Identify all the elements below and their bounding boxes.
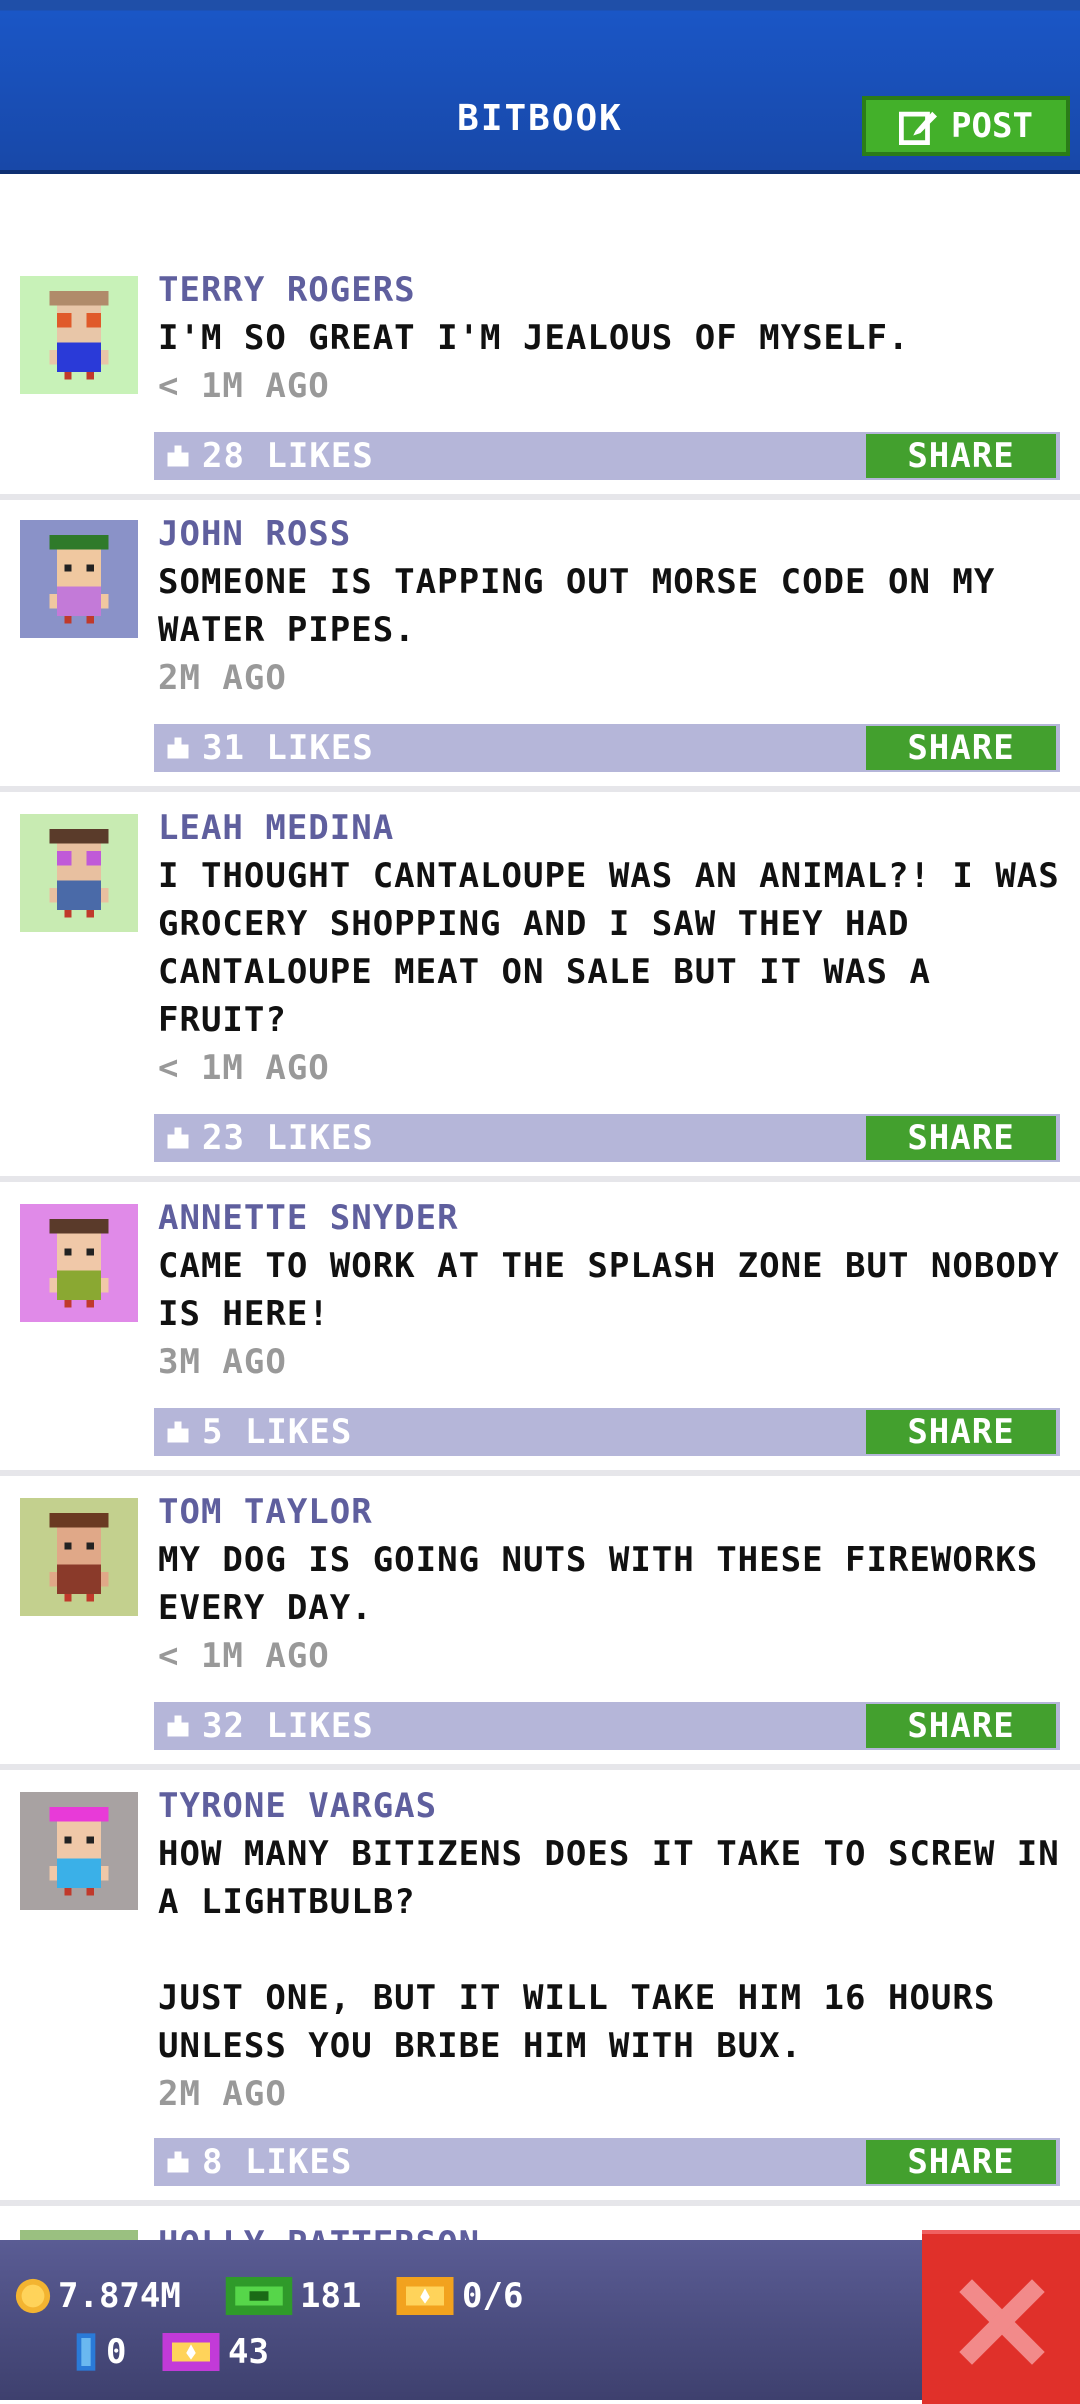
ticket-icon bbox=[396, 2277, 454, 2315]
avatar-icon bbox=[20, 520, 138, 638]
divider bbox=[0, 1764, 1080, 1770]
item-icon bbox=[76, 2333, 96, 2371]
coins-stat: 7.874M bbox=[14, 2276, 181, 2316]
thumbs-up-icon bbox=[167, 1715, 189, 1737]
post-author[interactable]: TOM TAYLOR bbox=[158, 1488, 1060, 1536]
post-time: 2M AGO bbox=[158, 2074, 287, 2114]
avatar-icon bbox=[20, 1498, 138, 1616]
avatar[interactable] bbox=[20, 1792, 138, 1910]
thumbs-up-icon bbox=[167, 2151, 189, 2173]
thumbs-up-icon bbox=[167, 1421, 189, 1443]
tickets-value: 0/6 bbox=[462, 2276, 524, 2316]
post-text: HOW MANY BITIZENS DOES IT TAKE TO SCREW … bbox=[158, 1834, 1060, 2066]
close-icon bbox=[959, 2279, 1045, 2365]
avatar-icon bbox=[20, 814, 138, 932]
post-author[interactable]: LEAH MEDINA bbox=[158, 804, 1060, 852]
post-text: I THOUGHT CANTALOUPE WAS AN ANIMAL?! I W… bbox=[158, 856, 1080, 1040]
post-author[interactable]: TERRY ROGERS bbox=[158, 266, 1060, 314]
share-button[interactable]: SHARE bbox=[866, 1410, 1056, 1454]
likes-count: 23 LIKES bbox=[202, 1118, 374, 1158]
feed-post: JOHN ROSS SOMEONE IS TAPPING OUT MORSE C… bbox=[0, 502, 1080, 794]
post-text: CAME TO WORK AT THE SPLASH ZONE BUT NOBO… bbox=[158, 1246, 1080, 1334]
tickets-stat: 0/6 bbox=[394, 2276, 523, 2316]
share-button[interactable]: SHARE bbox=[866, 726, 1056, 770]
divider bbox=[0, 1470, 1080, 1476]
coin-icon bbox=[15, 2278, 51, 2314]
bux-stat: 181 bbox=[224, 2276, 361, 2316]
post-text: SOMEONE IS TAPPING OUT MORSE CODE ON MY … bbox=[158, 562, 1017, 650]
feed-post: LEAH MEDINA I THOUGHT CANTALOUPE WAS AN … bbox=[0, 796, 1080, 1184]
bux-value: 181 bbox=[300, 2276, 362, 2316]
thumbs-up-icon bbox=[167, 445, 189, 467]
bux-icon bbox=[225, 2277, 293, 2315]
likes-count: 28 LIKES bbox=[202, 436, 374, 476]
coins-value: 7.874M bbox=[58, 2276, 181, 2316]
post-text: MY DOG IS GOING NUTS WITH THESE FIREWORK… bbox=[158, 1540, 1060, 1628]
post-author[interactable]: ANNETTE SNYDER bbox=[158, 1194, 1060, 1242]
post-time: < 1M AGO bbox=[158, 1636, 330, 1676]
vip-stat: 43 bbox=[160, 2332, 269, 2372]
avatar[interactable] bbox=[20, 1498, 138, 1616]
divider bbox=[0, 2200, 1080, 2206]
thumbs-up-icon bbox=[167, 737, 189, 759]
likes-count: 31 LIKES bbox=[202, 728, 374, 768]
feed-post: ANNETTE SNYDER CAME TO WORK AT THE SPLAS… bbox=[0, 1186, 1080, 1478]
items-stat: 0 bbox=[72, 2332, 126, 2372]
post-time: < 1M AGO bbox=[158, 1048, 330, 1088]
avatar-icon bbox=[20, 1204, 138, 1322]
likes-bar: 32 LIKES SHARE bbox=[154, 1702, 1060, 1750]
close-button[interactable] bbox=[922, 2230, 1080, 2404]
edit-icon bbox=[899, 111, 938, 145]
post-author[interactable]: TYRONE VARGAS bbox=[158, 1782, 1060, 1830]
likes-bar: 31 LIKES SHARE bbox=[154, 724, 1060, 772]
avatar-icon bbox=[20, 1792, 138, 1910]
avatar[interactable] bbox=[20, 814, 138, 932]
likes-bar: 5 LIKES SHARE bbox=[154, 1408, 1060, 1456]
share-button[interactable]: SHARE bbox=[866, 434, 1056, 478]
likes-count: 32 LIKES bbox=[202, 1706, 374, 1746]
thumbs-up-icon bbox=[167, 1127, 189, 1149]
share-button[interactable]: SHARE bbox=[866, 2140, 1056, 2184]
likes-bar: 28 LIKES SHARE bbox=[154, 432, 1060, 480]
likes-bar: 23 LIKES SHARE bbox=[154, 1114, 1060, 1162]
vip-value: 43 bbox=[228, 2332, 269, 2372]
share-button[interactable]: SHARE bbox=[866, 1704, 1056, 1748]
avatar[interactable] bbox=[20, 520, 138, 638]
post-time: 2M AGO bbox=[158, 658, 287, 698]
post-button[interactable]: POST bbox=[862, 96, 1070, 156]
avatar-icon bbox=[20, 276, 138, 394]
divider bbox=[0, 494, 1080, 500]
post-button-label: POST bbox=[951, 106, 1033, 146]
post-text: I'M SO GREAT I'M JEALOUS OF MYSELF. bbox=[158, 318, 910, 358]
feed-post: TERRY ROGERS I'M SO GREAT I'M JEALOUS OF… bbox=[0, 258, 1080, 500]
items-value: 0 bbox=[106, 2332, 127, 2372]
avatar[interactable] bbox=[20, 1204, 138, 1322]
post-time: 3M AGO bbox=[158, 1342, 287, 1382]
likes-count: 5 LIKES bbox=[202, 1412, 353, 1452]
status-bar: 7.874M 181 0/6 0 43 bbox=[0, 2240, 1080, 2400]
divider bbox=[0, 786, 1080, 792]
vip-ticket-icon bbox=[162, 2333, 220, 2371]
post-author[interactable]: JOHN ROSS bbox=[158, 510, 1060, 558]
avatar[interactable] bbox=[20, 276, 138, 394]
feed-post: TYRONE VARGAS HOW MANY BITIZENS DOES IT … bbox=[0, 1774, 1080, 2210]
share-button[interactable]: SHARE bbox=[866, 1116, 1056, 1160]
likes-bar: 8 LIKES SHARE bbox=[154, 2138, 1060, 2186]
likes-count: 8 LIKES bbox=[202, 2142, 353, 2182]
post-time: < 1M AGO bbox=[158, 366, 330, 406]
divider bbox=[0, 1176, 1080, 1182]
feed-post: TOM TAYLOR MY DOG IS GOING NUTS WITH THE… bbox=[0, 1480, 1080, 1772]
app-header: BITBOOK POST bbox=[0, 0, 1080, 174]
